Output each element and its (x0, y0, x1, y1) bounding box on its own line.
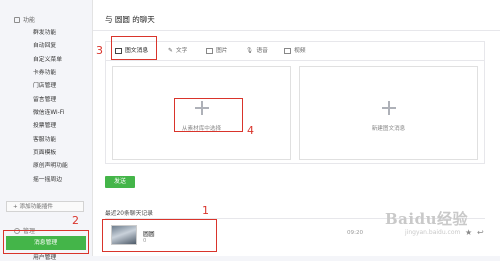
sidebar-item-mass-send[interactable]: 群发功能 (33, 27, 68, 40)
tab-video[interactable]: 视频 (284, 42, 306, 60)
sidebar-item-coupons[interactable]: 卡券功能 (33, 67, 68, 80)
image-icon (206, 48, 213, 54)
sidebar-item-shake-nearby[interactable]: 摇一摇周边 (33, 174, 68, 187)
page-title: 与 圆圆 的聊天 (105, 15, 155, 24)
sidebar-item-wifi[interactable]: 微信连Wi-Fi (33, 107, 68, 120)
sidebar-item-customer-service[interactable]: 客服功能 (33, 134, 68, 147)
sidebar-item-original-declaration[interactable]: 原创声明功能 (33, 160, 68, 173)
add-plugin-button[interactable]: + 添加功能插件 (6, 201, 84, 212)
sidebar-item-page-templates[interactable]: 页面模板 (33, 147, 68, 160)
annotation-number-1: 1 (202, 204, 209, 217)
send-button[interactable]: 发送 (105, 176, 135, 188)
sidebar-section-title: 功能 (23, 17, 36, 24)
annotation-number-4: 4 (247, 124, 254, 137)
tab-image-label: 图片 (216, 48, 228, 54)
divider (93, 30, 500, 31)
watermark: Baidu经验 jingyan.baidu.com (385, 208, 495, 248)
sidebar-section-functions: 功能 (14, 15, 35, 24)
editor-tabs: 图文消息 ✎ 文字 图片 🎙 语音 视频 (106, 42, 484, 61)
annotation-box-2 (3, 230, 89, 254)
new-news-label: 新建图文消息 (371, 126, 406, 132)
sidebar-item-comments[interactable]: 留言管理 (33, 94, 68, 107)
watermark-url: jingyan.baidu.com (405, 229, 461, 236)
mic-icon: 🎙 (246, 48, 254, 54)
sidebar-item-custom-menu[interactable]: 自定义菜单 (33, 54, 68, 67)
plus-icon (381, 101, 396, 115)
sidebar-item-stores[interactable]: 门店管理 (33, 80, 68, 93)
tab-text-label: 文字 (175, 48, 188, 54)
message-time: 09:20 (347, 230, 364, 236)
tab-video-label: 视频 (294, 48, 306, 54)
annotation-box-1 (102, 219, 217, 252)
sidebar: 功能 群发功能 自动回复 自定义菜单 卡券功能 门店管理 留言管理 微信连Wi-… (0, 0, 93, 261)
tab-image[interactable]: 图片 (206, 42, 228, 60)
recent-messages-label: 最近20条聊天记录 (105, 211, 153, 217)
new-news-card[interactable]: 新建图文消息 (299, 66, 478, 160)
tab-voice[interactable]: 🎙 语音 (246, 42, 268, 60)
tab-text[interactable]: ✎ 文字 (168, 42, 187, 60)
sidebar-item-auto-reply[interactable]: 自动回复 (33, 40, 68, 53)
message-editor: 图文消息 ✎ 文字 图片 🎙 语音 视频 从素材库中选择 新建图文消息 (105, 41, 485, 164)
function-icon (14, 16, 20, 23)
annotation-box-4 (174, 98, 243, 132)
sidebar-menu: 群发功能 自动回复 自定义菜单 卡券功能 门店管理 留言管理 微信连Wi-Fi … (33, 27, 68, 187)
pen-icon: ✎ (168, 48, 173, 54)
annotation-number-2: 2 (72, 214, 79, 227)
annotation-number-3: 3 (96, 44, 103, 57)
watermark-text: Baidu经验 (385, 210, 468, 228)
sidebar-item-votes[interactable]: 投票管理 (33, 120, 68, 133)
annotation-box-3 (111, 36, 157, 60)
tab-voice-label: 语音 (256, 48, 268, 54)
video-icon (284, 48, 291, 54)
